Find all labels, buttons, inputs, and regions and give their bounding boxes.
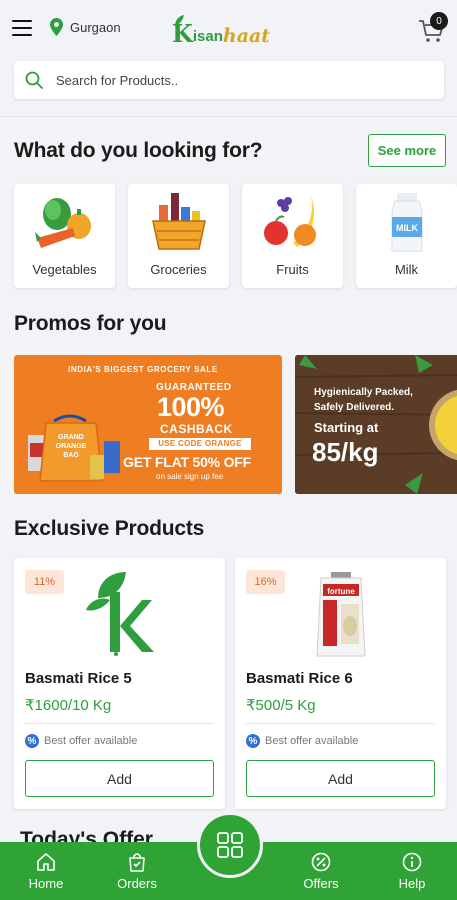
home-icon — [37, 852, 55, 871]
fortune-rice-bag-image: fortune — [315, 572, 366, 657]
offer-info: % Best offer available — [246, 734, 358, 748]
nav-orders[interactable]: Orders — [112, 842, 162, 900]
category-fruits[interactable]: Fruits — [242, 184, 343, 288]
category-label: Vegetables — [32, 262, 97, 277]
offer-badge-icon: % — [246, 734, 260, 748]
category-milk[interactable]: MILK Milk — [356, 184, 457, 288]
categories-title: What do you looking for? — [14, 139, 263, 162]
orange-bag-illustration: GRAND ORANGE BAG — [28, 414, 120, 482]
promo-headline: INDIA'S BIGGEST GROCERY SALE — [68, 365, 218, 374]
svg-text:GRAND: GRAND — [58, 434, 84, 441]
product-name: Basmati Rice 6 — [246, 670, 353, 687]
category-label: Fruits — [276, 262, 309, 277]
offer-info: % Best offer available — [25, 734, 137, 748]
nav-label: Help — [398, 875, 426, 891]
nav-home[interactable]: Home — [24, 842, 68, 900]
grid-categories-icon — [217, 832, 243, 858]
offers-percent-icon — [311, 852, 331, 871]
svg-text:BAG: BAG — [63, 452, 79, 459]
offer-text: Best offer available — [265, 735, 359, 747]
promo-price: 85/kg — [312, 437, 379, 467]
promo-percentage: 100% — [157, 392, 225, 422]
product-divider — [246, 723, 435, 724]
svg-text:fortune: fortune — [327, 587, 355, 596]
fruits-icon — [263, 197, 316, 247]
app-header: Gurgaon K isan haat 0 — [0, 0, 457, 112]
promo-cashback: CASHBACK — [160, 422, 233, 436]
nav-offers[interactable]: Offers — [298, 842, 344, 900]
logo-haat: haat — [222, 25, 271, 47]
promo-banner-cashback[interactable]: INDIA'S BIGGEST GROCERY SALE GRAND ORANG… — [14, 355, 282, 494]
promo-banner-price[interactable]: Hygienically Packed, Safely Delivered. S… — [295, 355, 457, 494]
nav-help[interactable]: Help — [392, 842, 432, 900]
add-button[interactable]: Add — [25, 760, 214, 797]
location-name: Gurgaon — [70, 19, 121, 35]
product-name: Basmati Rice 5 — [25, 670, 132, 687]
offer-text: Best offer available — [44, 735, 138, 747]
category-vegetables[interactable]: Vegetables — [14, 184, 115, 288]
promos-title: Promos for you — [14, 312, 167, 335]
header-divider — [0, 116, 457, 117]
category-groceries[interactable]: Groceries — [128, 184, 229, 288]
logo-isan: isan — [192, 28, 223, 45]
product-price: ₹1600/10 Kg — [25, 697, 112, 714]
nav-label: Home — [28, 875, 64, 891]
add-button[interactable]: Add — [246, 760, 435, 797]
promo-packed: Hygienically Packed, — [314, 387, 413, 398]
help-info-icon — [402, 852, 422, 871]
location-pin-icon — [50, 18, 63, 36]
category-label: Milk — [394, 262, 419, 277]
groceries-basket-icon — [151, 193, 206, 250]
promo-flat-off: GET FLAT 50% OFF — [123, 454, 251, 470]
search-bar[interactable] — [14, 61, 444, 99]
product-card[interactable]: 11% Basmati Rice 5 ₹1600/10 Kg % Best of… — [14, 558, 225, 809]
search-input[interactable] — [56, 72, 416, 88]
promo-code: USE CODE ORANGE — [149, 438, 251, 450]
product-price: ₹500/5 Kg — [246, 697, 316, 714]
promo-delivered: Safely Delivered. — [314, 402, 395, 413]
orders-bag-icon — [129, 852, 145, 872]
kisanhaat-k-logo-image — [85, 572, 154, 656]
exclusive-title: Exclusive Products — [14, 517, 205, 540]
categories-fab-button[interactable] — [197, 812, 263, 878]
svg-text:MILK: MILK — [396, 223, 418, 233]
location-selector[interactable]: Gurgaon — [50, 18, 121, 36]
discount-badge: 11% — [25, 570, 64, 594]
nav-label: Orders — [117, 875, 157, 891]
hamburger-menu-icon[interactable] — [12, 20, 32, 38]
cart-count-badge: 0 — [430, 12, 448, 30]
kisanhaat-logo: K isan haat — [172, 14, 292, 48]
vegetables-icon — [34, 198, 91, 248]
logo-leaf-icon — [175, 15, 184, 26]
see-more-button[interactable]: See more — [368, 134, 446, 167]
svg-text:ORANGE: ORANGE — [56, 443, 87, 450]
promo-starting: Starting at — [314, 420, 379, 435]
discount-badge: 16% — [246, 570, 285, 594]
nav-label: Offers — [303, 875, 339, 891]
offer-badge-icon: % — [25, 734, 39, 748]
product-divider — [25, 723, 214, 724]
promo-note: on sale sign up fee — [156, 472, 224, 481]
search-icon — [25, 71, 43, 89]
milk-bottle-icon: MILK — [391, 193, 422, 252]
product-card[interactable]: fortune 16% Basmati Rice 6 ₹500/5 Kg % B… — [235, 558, 446, 809]
category-label: Groceries — [150, 262, 207, 277]
